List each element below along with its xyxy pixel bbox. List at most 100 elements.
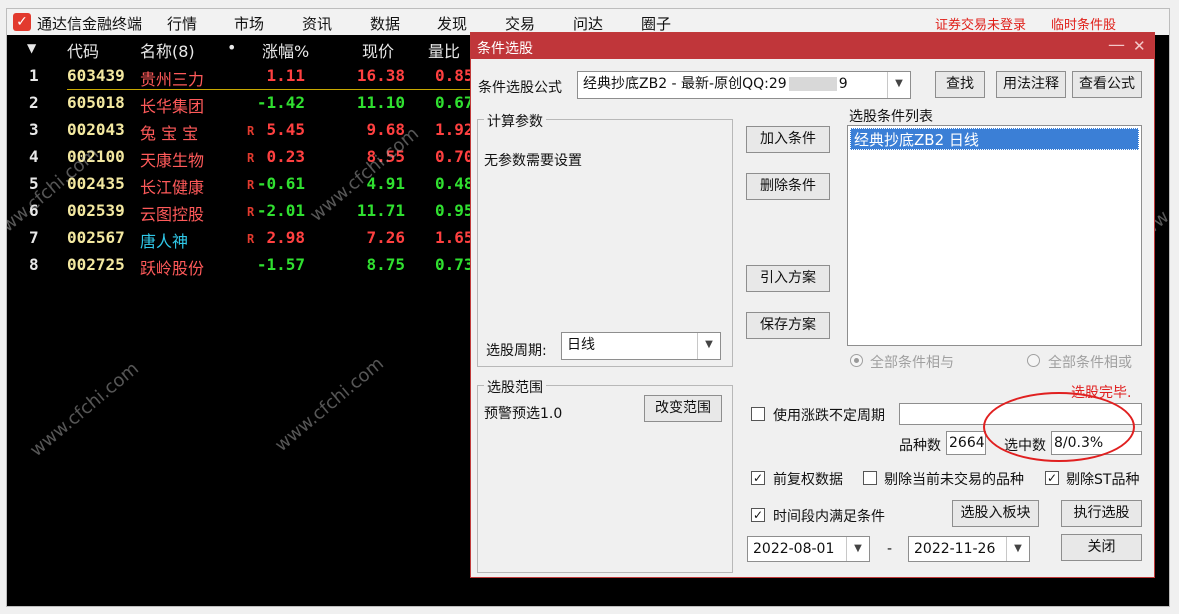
menu-market[interactable]: 市场 (234, 13, 264, 34)
stock-code[interactable]: 002725 (67, 255, 125, 274)
dialog-title: 条件选股 (477, 41, 533, 57)
header-name[interactable]: 名称(8) (140, 38, 195, 62)
table-row[interactable]: 2 605018 长华集团 -1.42 11.10 0.67 (7, 89, 477, 116)
stock-code[interactable]: 002100 (67, 147, 125, 166)
formula-select[interactable]: 经典抄底ZB2 - 最新-原创QQ:29 9 ▼ (577, 71, 911, 99)
row-index: 8 (29, 255, 39, 274)
radio-and[interactable] (850, 354, 863, 367)
condition-list[interactable]: 经典抄底ZB2 日线 (847, 125, 1142, 346)
range-title: 选股范围 (484, 377, 546, 397)
execute-selection-button[interactable]: 执行选股 (1061, 500, 1142, 527)
dialog-titlebar[interactable]: 条件选股 — ✕ (471, 33, 1154, 59)
header-price[interactable]: 现价 (362, 38, 394, 62)
menu-quotes[interactable]: 行情 (167, 13, 197, 34)
date-to-value: 2022-11-26 (914, 541, 996, 557)
volume-ratio: 0.67 (435, 93, 474, 112)
price: 8.55 (366, 147, 405, 166)
exclude-st-checkbox[interactable]: ✓ (1045, 471, 1059, 485)
menu-news[interactable]: 资讯 (302, 13, 332, 34)
close-button[interactable]: 关闭 (1061, 534, 1142, 561)
exclude-untraded-checkbox[interactable] (863, 471, 877, 485)
volume-ratio: 0.73 (435, 255, 474, 274)
menu-trade[interactable]: 交易 (505, 13, 535, 34)
stock-name[interactable]: 贵州三力 (140, 66, 204, 90)
date-to-input[interactable]: 2022-11-26 ▼ (908, 536, 1030, 562)
change-pct: 1.11 (266, 66, 305, 85)
fq-label[interactable]: 前复权数据 (773, 469, 843, 489)
exclude-untraded-label[interactable]: 剔除当前未交易的品种 (884, 469, 1024, 489)
use-period-checkbox[interactable] (751, 407, 765, 421)
table-row[interactable]: 1 603439 贵州三力 1.11 16.38 0.85 (7, 62, 477, 89)
row-index: 7 (29, 228, 39, 247)
delete-condition-button[interactable]: 删除条件 (746, 173, 830, 200)
table-row[interactable]: 3 002043 兔 宝 宝 R 5.45 9.68 1.92 (7, 116, 477, 143)
header-code[interactable]: 代码 (67, 38, 99, 62)
row-index: 2 (29, 93, 39, 112)
header-ratio[interactable]: 量比 (428, 38, 460, 62)
menu-discover[interactable]: 发现 (437, 13, 467, 34)
save-scheme-button[interactable]: 保存方案 (746, 312, 830, 339)
condition-list-item[interactable]: 经典抄底ZB2 日线 (850, 128, 1139, 150)
minimize-icon[interactable]: — (1108, 35, 1125, 55)
stock-name[interactable]: 长江健康 (140, 174, 204, 198)
price: 7.26 (366, 228, 405, 247)
stock-name[interactable]: 天康生物 (140, 147, 204, 171)
usage-notes-button[interactable]: 用法注释 (996, 71, 1066, 98)
find-button[interactable]: 查找 (935, 71, 985, 98)
stock-name[interactable]: 唐人神 (140, 228, 188, 252)
change-range-button[interactable]: 改变范围 (644, 395, 722, 422)
exclude-st-label[interactable]: 剔除ST品种 (1066, 469, 1139, 489)
selected-label: 选中数 (1004, 438, 1046, 454)
status-temp-cond[interactable]: 临时条件股 (1051, 14, 1116, 33)
use-period-label[interactable]: 使用涨跌不定周期 (773, 405, 885, 425)
table-row[interactable]: 8 002725 跃岭股份 -1.57 8.75 0.73 (7, 251, 477, 278)
margin-badge: R (247, 124, 255, 138)
sort-arrow-icon[interactable]: ▼ (27, 41, 36, 55)
stock-name[interactable]: 兔 宝 宝 (140, 120, 198, 144)
date-from-input[interactable]: 2022-08-01 ▼ (747, 536, 870, 562)
period-input[interactable] (899, 403, 1142, 425)
stock-code[interactable]: 002539 (67, 201, 125, 220)
chevron-down-icon[interactable]: ▼ (697, 333, 720, 359)
change-pct: -1.57 (256, 255, 305, 274)
time-range-label[interactable]: 时间段内满足条件 (773, 506, 885, 526)
table-row[interactable]: 5 002435 长江健康 R -0.61 4.91 0.48 (7, 170, 477, 197)
fq-checkbox[interactable]: ✓ (751, 471, 765, 485)
radio-or-label[interactable]: 全部条件相或 (1048, 352, 1132, 372)
radio-or[interactable] (1027, 354, 1040, 367)
table-row[interactable]: 6 002539 云图控股 R -2.01 11.71 0.95 (7, 197, 477, 224)
menu-circle[interactable]: 圈子 (641, 13, 671, 34)
radio-and-label[interactable]: 全部条件相与 (870, 352, 954, 372)
volume-ratio: 0.48 (435, 174, 474, 193)
margin-badge: R (247, 205, 255, 219)
chevron-down-icon[interactable]: ▼ (1006, 537, 1029, 561)
row-index: 1 (29, 66, 39, 85)
view-formula-button[interactable]: 查看公式 (1072, 71, 1142, 98)
table-row[interactable]: 7 002567 唐人神 R 2.98 7.26 1.65 (7, 224, 477, 251)
import-scheme-button[interactable]: 引入方案 (746, 265, 830, 292)
price: 8.75 (366, 255, 405, 274)
tdx-logo-icon: ✓ (13, 13, 31, 31)
header-change[interactable]: 涨幅% (262, 38, 309, 62)
stock-code[interactable]: 002043 (67, 120, 125, 139)
period-select[interactable]: 日线 ▼ (561, 332, 721, 360)
close-icon[interactable]: ✕ (1133, 37, 1146, 55)
chevron-down-icon[interactable]: ▼ (887, 72, 910, 98)
change-pct: 0.23 (266, 147, 305, 166)
chevron-down-icon[interactable]: ▼ (846, 537, 869, 561)
status-login[interactable]: 证券交易未登录 (935, 14, 1026, 33)
add-condition-button[interactable]: 加入条件 (746, 126, 830, 153)
menu-data[interactable]: 数据 (370, 13, 400, 34)
stock-code[interactable]: 002567 (67, 228, 125, 247)
stock-code[interactable]: 605018 (67, 93, 125, 112)
time-range-checkbox[interactable]: ✓ (751, 508, 765, 522)
stock-name[interactable]: 云图控股 (140, 201, 204, 225)
stock-name[interactable]: 长华集团 (140, 93, 204, 117)
menu-ask[interactable]: 问达 (573, 13, 603, 34)
condition-list-title: 选股条件列表 (849, 109, 933, 125)
stock-name[interactable]: 跃岭股份 (140, 255, 204, 279)
table-row[interactable]: 4 002100 天康生物 R 0.23 8.55 0.70 (7, 143, 477, 170)
stock-code[interactable]: 603439 (67, 66, 125, 85)
add-to-board-button[interactable]: 选股入板块 (952, 500, 1039, 527)
stock-code[interactable]: 002435 (67, 174, 125, 193)
